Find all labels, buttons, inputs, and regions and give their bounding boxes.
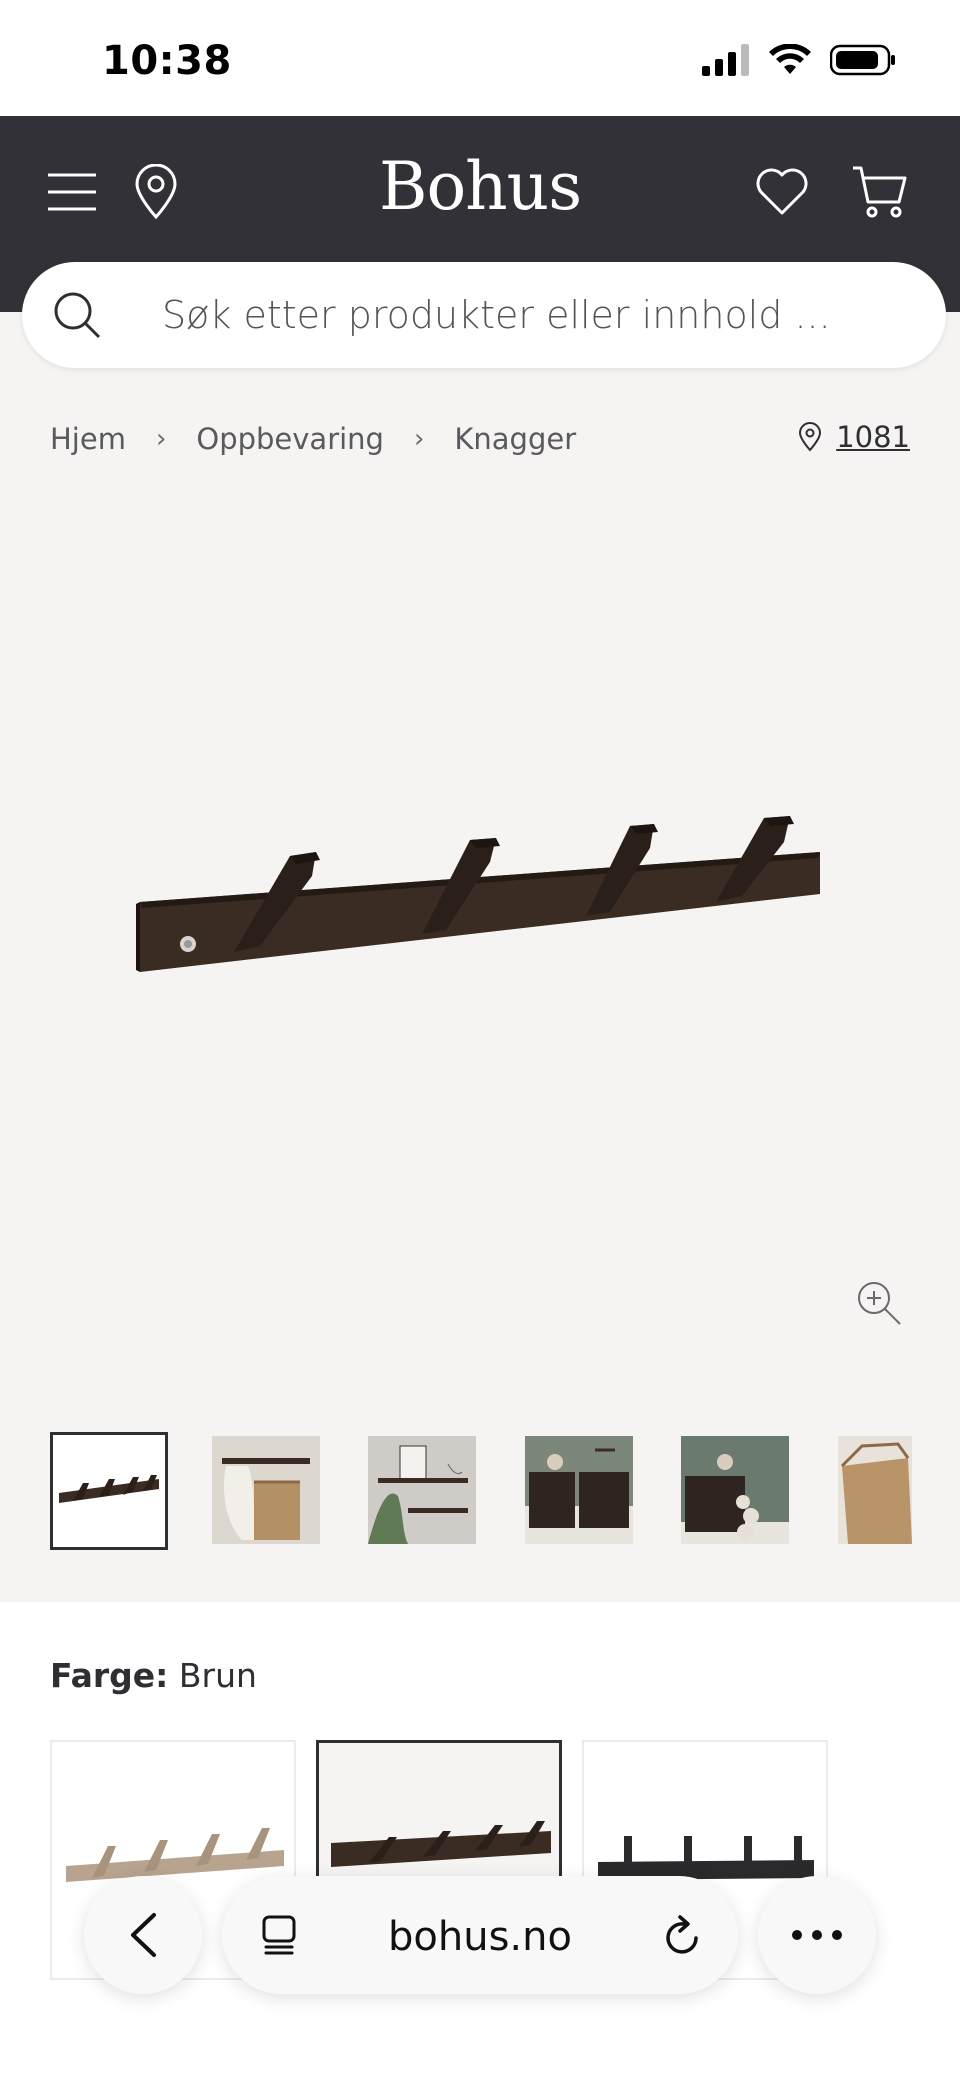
location-pin-icon <box>799 422 822 452</box>
status-bar: 10:38 <box>0 0 960 116</box>
wifi-icon <box>769 44 811 74</box>
search-bar <box>22 262 946 368</box>
thumbnail-1[interactable] <box>50 1432 168 1550</box>
thumbnail-3[interactable] <box>368 1436 476 1544</box>
wishlist-button[interactable] <box>754 164 810 220</box>
browser-back-button[interactable] <box>84 1876 202 1994</box>
search-input[interactable] <box>162 288 902 342</box>
bohus-logo[interactable]: Bohus <box>0 148 960 225</box>
color-label: Farge: <box>50 1656 169 1695</box>
cart-icon <box>853 166 907 218</box>
thumbnail-6[interactable] <box>838 1436 912 1544</box>
thumbnail-4[interactable] <box>525 1436 633 1544</box>
browser-toolbar: bohus.no <box>0 1860 960 2020</box>
more-icon <box>792 1930 842 1940</box>
browser-more-button[interactable] <box>758 1876 876 1994</box>
color-value: Brun <box>178 1656 257 1695</box>
zoom-in-icon <box>858 1282 901 1325</box>
status-icons <box>702 44 896 76</box>
signal-icon <box>702 44 749 76</box>
chevron-right-icon: › <box>155 424 167 454</box>
thumbnail-5[interactable] <box>681 1436 789 1544</box>
heart-icon <box>756 168 808 215</box>
battery-icon <box>830 44 895 76</box>
breadcrumb-knagger[interactable]: Knagger <box>454 422 576 456</box>
thumbnail-2[interactable] <box>212 1436 320 1544</box>
url-text[interactable]: bohus.no <box>222 1914 738 1960</box>
breadcrumb-home[interactable]: Hjem <box>50 422 126 456</box>
zoom-button[interactable] <box>856 1280 902 1331</box>
breadcrumb-oppbevaring[interactable]: Oppbevaring <box>196 422 384 456</box>
store-number[interactable]: 1081 <box>836 420 910 454</box>
color-selection-label: Farge: Brun <box>50 1656 257 1695</box>
reload-icon[interactable] <box>662 1914 704 1958</box>
chevron-right-icon: › <box>413 424 425 454</box>
breadcrumb: Hjem › Oppbevaring › Knagger <box>50 422 576 456</box>
address-bar[interactable]: bohus.no <box>222 1876 738 1994</box>
product-image[interactable] <box>130 812 830 1072</box>
selected-store[interactable]: 1081 <box>798 420 910 454</box>
product-gallery: Hjem › Oppbevaring › Knagger 1081 <box>0 312 960 1602</box>
status-time: 10:38 <box>102 38 232 84</box>
cart-button[interactable] <box>850 162 910 222</box>
search-icon[interactable] <box>52 290 102 340</box>
chevron-left-icon <box>131 1913 156 1957</box>
